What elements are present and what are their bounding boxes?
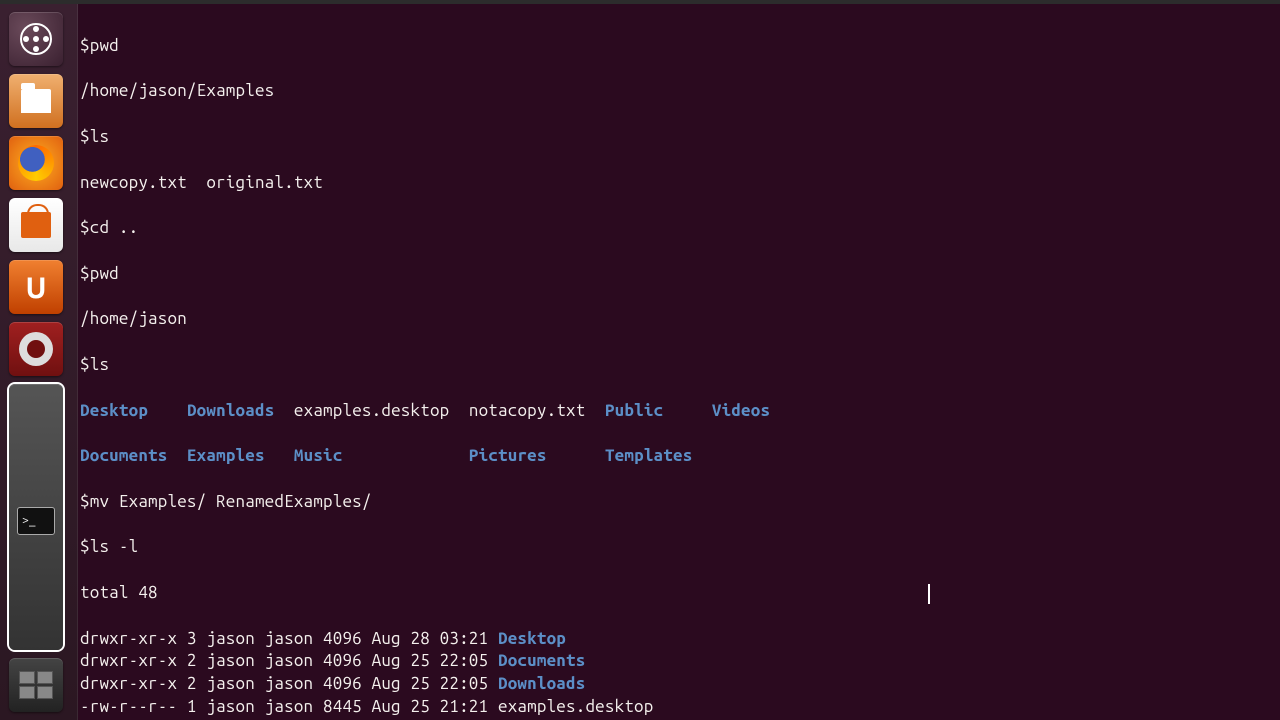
ls-row: drwxr-xr-x 2 jason jason 4096 Aug 25 22:…: [78, 650, 1280, 673]
terminal-line: $mv Examples/ RenamedExamples/: [78, 491, 1280, 514]
terminal-line: /home/jason: [78, 308, 1280, 331]
launcher-dash[interactable]: [9, 12, 63, 66]
dir-name: Examples: [187, 446, 265, 465]
terminal-line: newcopy.txt original.txt: [78, 172, 1280, 195]
dir-name: Desktop: [498, 629, 566, 648]
launcher-terminal[interactable]: >_: [9, 384, 63, 650]
terminal-line: total 48: [78, 582, 1280, 605]
terminal-line: Desktop Downloads examples.desktop notac…: [78, 400, 1280, 423]
ls-row: drwxr-xr-x 3 jason jason 4096 Aug 28 03:…: [78, 628, 1280, 651]
terminal-line: $pwd: [78, 35, 1280, 58]
gear-icon: [19, 332, 53, 366]
terminal-line: Documents Examples Music Pictures Templa…: [78, 445, 1280, 468]
launcher-workspace-switcher[interactable]: [9, 658, 63, 712]
ubuntu-one-icon: U: [25, 270, 46, 304]
folder-icon: [21, 89, 51, 113]
ls-row: -rw-r--r-- 1 jason jason 8445 Aug 25 21:…: [78, 696, 1280, 719]
text-cursor-icon: [928, 584, 930, 604]
terminal-line: $pwd: [78, 263, 1280, 286]
launcher-software-center[interactable]: [9, 198, 63, 252]
launcher-settings[interactable]: [9, 322, 63, 376]
file-name: examples.desktop: [498, 697, 654, 716]
terminal-line: $ls: [78, 126, 1280, 149]
shopping-bag-icon: [21, 212, 51, 238]
firefox-icon: [18, 145, 54, 181]
workspace-icon: [19, 671, 53, 699]
file-name: notacopy.txt: [469, 401, 586, 420]
terminal-line: $cd ..: [78, 217, 1280, 240]
launcher-firefox[interactable]: [9, 136, 63, 190]
desktop: U >_ $pwd /home/jason/Examples $ls newco…: [0, 4, 1280, 720]
file-name: examples.desktop: [294, 401, 450, 420]
launcher-ubuntu-one[interactable]: U: [9, 260, 63, 314]
terminal-line: $ls -l: [78, 536, 1280, 559]
dir-name: Videos: [712, 401, 770, 420]
launcher-files[interactable]: [9, 74, 63, 128]
terminal-line: $ls: [78, 354, 1280, 377]
dir-name: Documents: [498, 651, 585, 670]
dir-name: Downloads: [498, 674, 585, 693]
terminal-window[interactable]: $pwd /home/jason/Examples $ls newcopy.tx…: [78, 4, 1280, 720]
dir-name: Public: [605, 401, 663, 420]
dir-name: Pictures: [469, 446, 547, 465]
dir-name: Downloads: [187, 401, 274, 420]
terminal-icon: >_: [17, 507, 55, 535]
dir-name: Music: [294, 446, 343, 465]
dir-name: Documents: [80, 446, 167, 465]
unity-launcher: U >_: [0, 4, 78, 720]
ubuntu-dash-icon: [20, 23, 52, 55]
terminal-line: /home/jason/Examples: [78, 80, 1280, 103]
ls-row: drwxr-xr-x 2 jason jason 4096 Aug 25 22:…: [78, 673, 1280, 696]
dir-name: Desktop: [80, 401, 148, 420]
dir-name: Templates: [605, 446, 692, 465]
